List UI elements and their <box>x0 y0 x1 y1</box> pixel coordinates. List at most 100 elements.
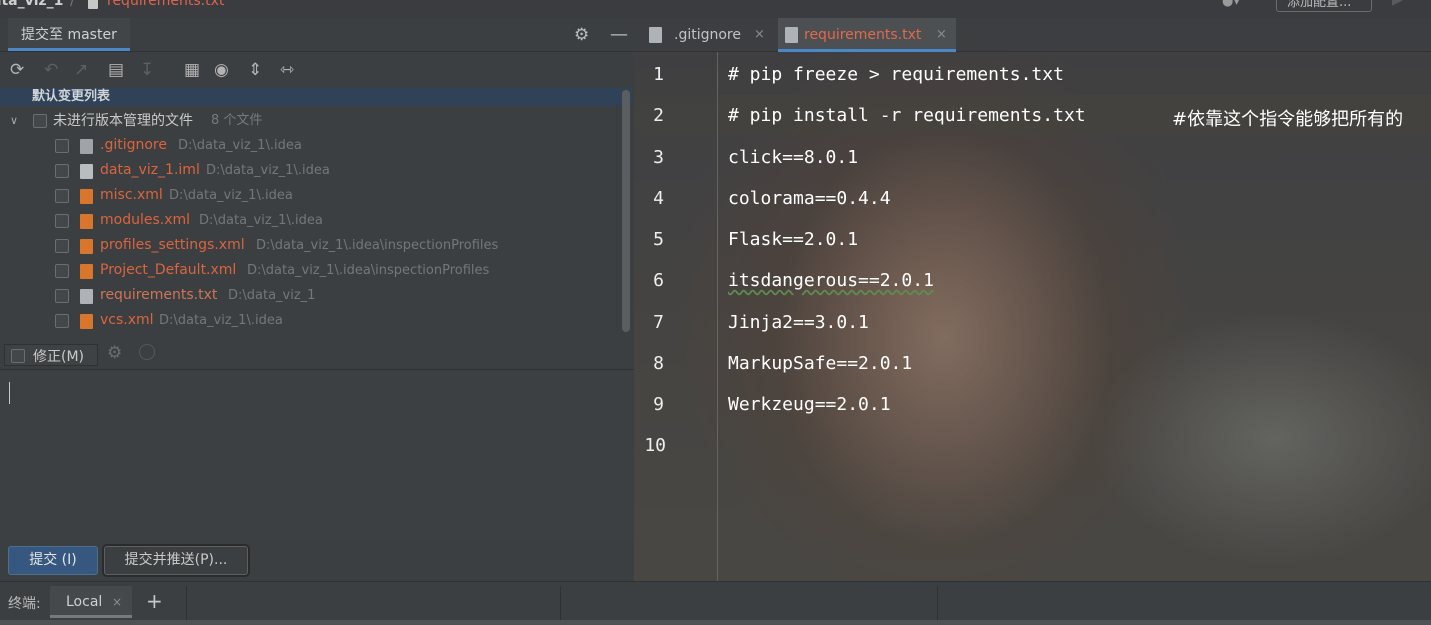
code-line[interactable]: Jinja2==3.0.1 <box>728 312 869 333</box>
file-name: modules.xml <box>100 212 191 228</box>
tab-label: requirements.txt <box>804 27 922 43</box>
list-item[interactable]: profiles_settings.xml D:\data_viz_1\.ide… <box>0 234 634 259</box>
line-number-gutter: 1 2 3 4 5 6 7 8 9 10 <box>634 52 718 581</box>
xml-file-icon <box>80 214 93 229</box>
group-checkbox[interactable] <box>33 114 47 128</box>
text-caret <box>9 382 10 404</box>
play-icon[interactable]: ▶ <box>1392 0 1403 8</box>
close-icon[interactable]: × <box>754 18 765 52</box>
refresh-icon[interactable]: ⟳ <box>10 60 24 80</box>
code-line[interactable]: click==8.0.1 <box>728 147 858 168</box>
line-number: 1 <box>653 64 664 85</box>
code-line[interactable]: colorama==0.4.4 <box>728 188 891 209</box>
line-number: 2 <box>653 105 664 126</box>
file-checkbox[interactable] <box>55 139 69 153</box>
tab-requirements[interactable]: requirements.txt × <box>778 18 956 52</box>
view-options-icon[interactable]: ◉ <box>214 60 229 80</box>
amend-label: 修正(M) <box>33 349 85 365</box>
file-checkbox[interactable] <box>55 314 69 328</box>
minimize-icon[interactable]: — <box>610 24 628 45</box>
file-name: Project_Default.xml <box>100 262 237 278</box>
file-path: D:\data_viz_1\.idea <box>169 188 293 203</box>
changes-tree: 默认变更列表 ∨ 未进行版本管理的文件 8 个文件 .gitignore D:\… <box>0 88 634 340</box>
collapse-all-icon[interactable]: ⇿ <box>280 60 294 80</box>
list-item[interactable]: Project_Default.xml D:\data_viz_1\.idea\… <box>0 259 634 284</box>
file-checkbox[interactable] <box>55 264 69 278</box>
file-checkbox[interactable] <box>55 289 69 303</box>
file-path: D:\data_viz_1\.idea <box>206 163 330 178</box>
close-icon[interactable]: × <box>936 18 947 52</box>
group-label: 未进行版本管理的文件 <box>53 113 193 129</box>
gear-icon[interactable]: ⚙ <box>574 25 589 45</box>
navigation-bar: ata_viz_1 / requirements.txt ●▾ 添加配置... … <box>0 0 1431 18</box>
add-terminal-icon[interactable]: + <box>146 589 163 613</box>
list-item[interactable]: .gitignore D:\data_viz_1\.idea <box>0 134 634 159</box>
tab-label: Local <box>66 594 103 610</box>
divider <box>560 586 561 620</box>
status-strip <box>0 620 1431 625</box>
gear-icon[interactable]: ⚙ <box>107 343 122 363</box>
code-line[interactable]: Werkzeug==2.0.1 <box>728 394 891 415</box>
breadcrumb-project[interactable]: ata_viz_1 <box>0 0 63 9</box>
terminal-label: 终端: <box>8 596 41 612</box>
file-checkbox[interactable] <box>55 189 69 203</box>
file-checkbox[interactable] <box>55 164 69 178</box>
file-path: D:\data_viz_1\.idea\inspectionProfiles <box>256 238 499 253</box>
group-by-icon[interactable]: ▦ <box>184 60 200 80</box>
commit-message-input[interactable] <box>0 370 634 540</box>
list-item[interactable]: vcs.xml D:\data_viz_1\.idea <box>0 309 634 334</box>
commit-and-push-button[interactable]: 提交并推送(P)... <box>104 546 248 575</box>
file-checkbox[interactable] <box>55 214 69 228</box>
unversioned-files-group[interactable]: ∨ 未进行版本管理的文件 8 个文件 <box>0 110 634 132</box>
text-file-icon <box>80 289 93 304</box>
editor-tabbar: .gitignore × requirements.txt × <box>634 18 1431 52</box>
code-line[interactable]: itsdangerous==2.0.1 <box>728 270 934 291</box>
terminal-toolwindow-bar: 终端: Local × + <box>0 581 1431 625</box>
changelist-header[interactable]: 默认变更列表 <box>0 88 632 106</box>
code-line-text: itsdangerous==2.0.1 <box>728 270 934 291</box>
divider <box>186 586 187 620</box>
code-line[interactable]: # pip install -r requirements.txt <box>728 105 1086 126</box>
file-name: requirements.txt <box>100 287 218 303</box>
code-line[interactable]: Flask==2.0.1 <box>728 229 858 250</box>
commit-button[interactable]: 提交 (I) <box>8 546 98 575</box>
amend-row: 修正(M) ⚙ <box>0 340 634 370</box>
xml-file-icon <box>80 239 93 254</box>
xml-file-icon <box>80 264 93 279</box>
code-line[interactable]: MarkupSafe==2.0.1 <box>728 353 912 374</box>
list-item[interactable]: data_viz_1.iml D:\data_viz_1\.idea <box>0 159 634 184</box>
rollback-icon[interactable]: ↶ <box>44 60 58 80</box>
code-comment[interactable]: #依靠这个指令能够把所有的 <box>1172 105 1403 131</box>
file-checkbox[interactable] <box>55 239 69 253</box>
commit-toolbar: ⟳ ↶ ↗ ▤ ↧ ▦ ◉ ⇕ ⇿ <box>0 52 634 88</box>
diff-icon[interactable]: ↗ <box>74 60 88 80</box>
tree-scrollbar[interactable] <box>622 90 630 332</box>
line-number: 4 <box>653 188 664 209</box>
chevron-down-icon[interactable]: ∨ <box>10 110 18 132</box>
file-path: D:\data_viz_1\.idea <box>178 138 302 153</box>
breadcrumb-file[interactable]: requirements.txt <box>107 0 224 9</box>
download-icon[interactable]: ↧ <box>140 60 154 80</box>
line-number: 7 <box>653 312 664 333</box>
file-path: D:\data_viz_1\.idea <box>199 213 323 228</box>
line-number: 6 <box>653 270 664 291</box>
file-path: D:\data_viz_1 <box>228 288 316 303</box>
close-icon[interactable]: × <box>112 586 122 618</box>
list-item[interactable]: modules.xml D:\data_viz_1\.idea <box>0 209 634 234</box>
add-configuration-button[interactable]: 添加配置... <box>1276 0 1372 12</box>
amend-checkbox-container[interactable]: 修正(M) <box>4 344 98 366</box>
shelve-icon[interactable]: ▤ <box>108 60 124 80</box>
list-item[interactable]: misc.xml D:\data_viz_1\.idea <box>0 184 634 209</box>
tab-gitignore[interactable]: .gitignore × <box>642 18 770 52</box>
list-item[interactable]: requirements.txt D:\data_viz_1 <box>0 284 634 309</box>
code-line[interactable]: # pip freeze > requirements.txt <box>728 64 1064 85</box>
line-number: 8 <box>653 353 664 374</box>
tab-commit-to-master[interactable]: 提交至 master <box>8 18 130 51</box>
user-icon[interactable]: ●▾ <box>1222 0 1240 9</box>
breadcrumb-separator: / <box>70 0 75 9</box>
history-icon[interactable] <box>139 344 155 360</box>
file-name: vcs.xml <box>100 312 154 328</box>
amend-checkbox[interactable] <box>11 349 25 363</box>
tab-local-terminal[interactable]: Local × <box>50 586 132 618</box>
expand-all-icon[interactable]: ⇕ <box>248 60 262 80</box>
